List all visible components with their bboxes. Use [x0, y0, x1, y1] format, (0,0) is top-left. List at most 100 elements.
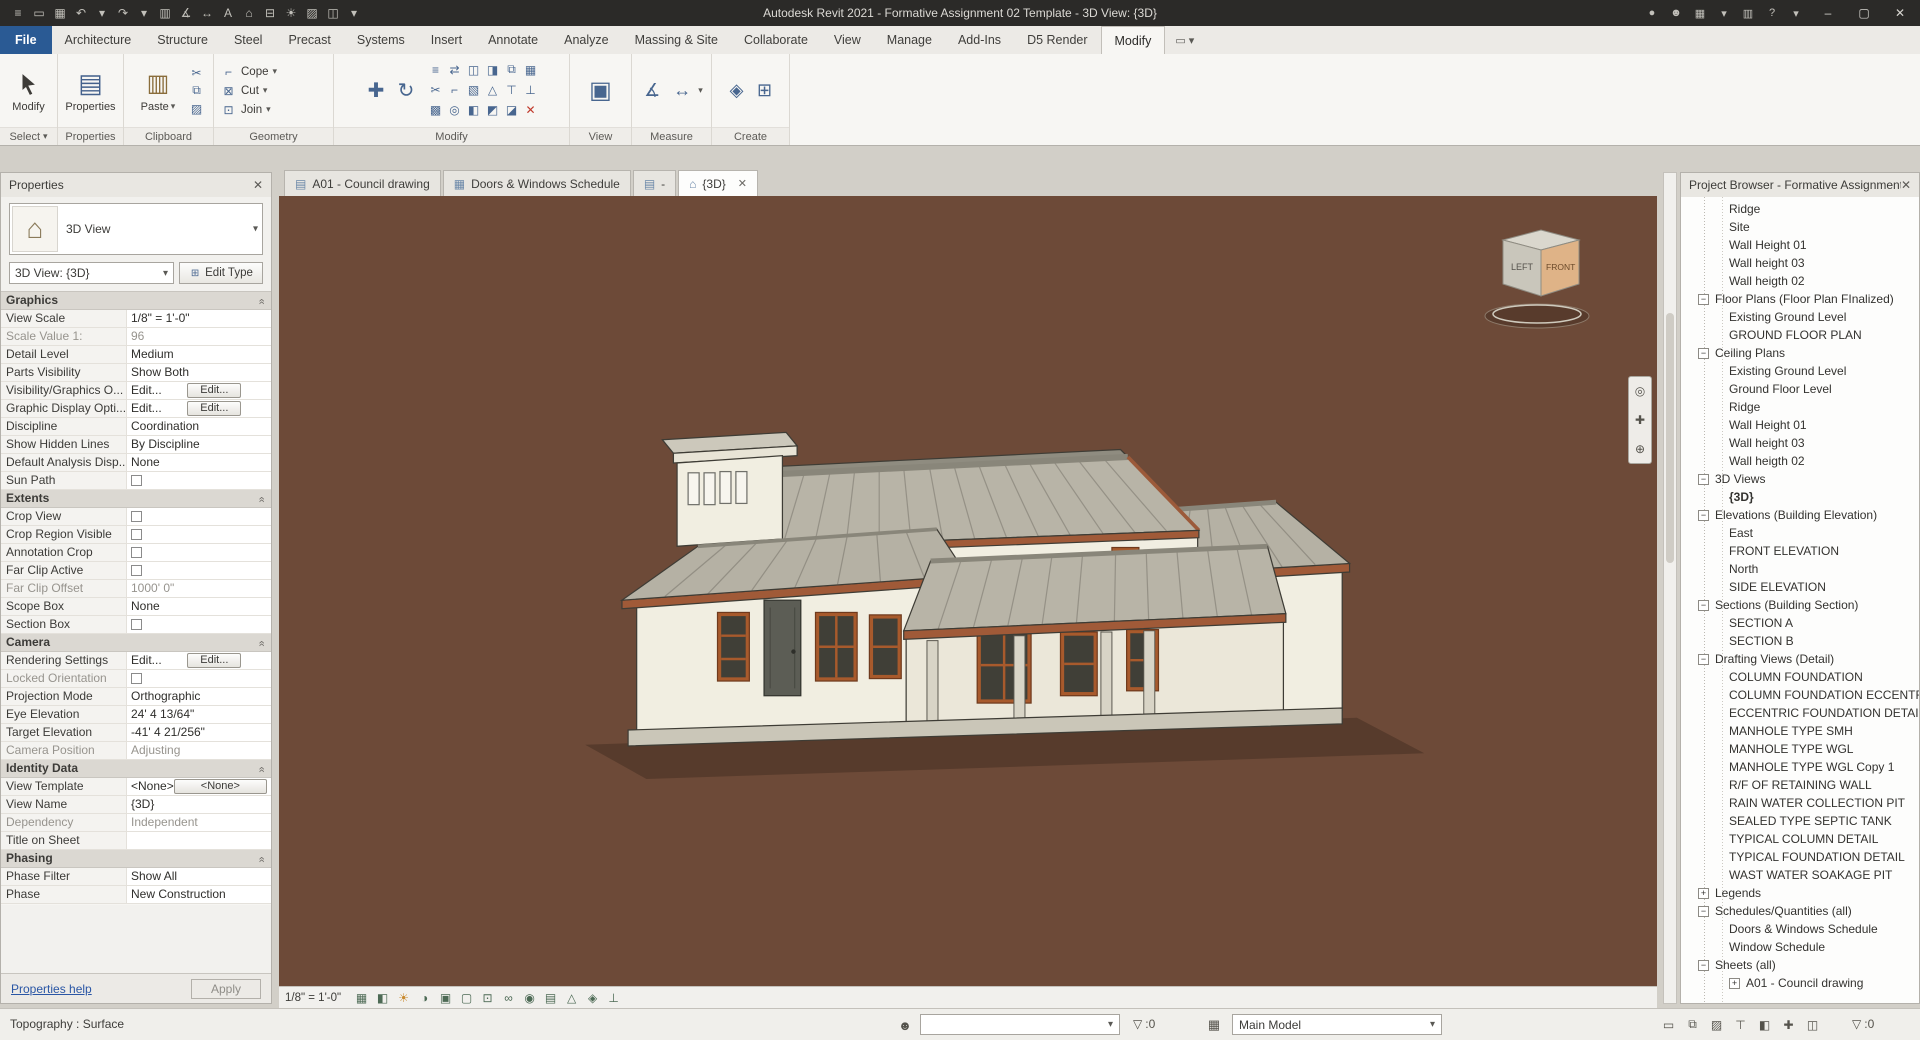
ribbon-tab[interactable]: Analyze	[551, 26, 621, 54]
shadows-icon[interactable]: ◑	[415, 989, 434, 1007]
property-row[interactable]: Phase New Construction New Construction …	[1, 886, 271, 904]
demolish-icon[interactable]: ◎	[446, 101, 463, 118]
paint-icon[interactable]: ▧	[465, 81, 482, 98]
property-value[interactable]: Show All Show All	[127, 868, 271, 885]
tree-item[interactable]: −+ ECCENTRIC FOUNDATION DETAIL	[1681, 704, 1919, 722]
property-value[interactable]: <None> <None>	[127, 778, 271, 795]
temporary-view-properties-icon[interactable]: ▤	[541, 989, 560, 1007]
displacement-sets-icon[interactable]: ◈	[583, 989, 602, 1007]
property-row[interactable]: Projection Mode Orthographic Orthographi…	[1, 688, 271, 706]
property-row[interactable]: Extents «	[1, 490, 271, 508]
vertical-opening-icon[interactable]: ◩	[484, 101, 501, 118]
close-button[interactable]: ✕	[1882, 0, 1918, 26]
detail-level-icon[interactable]: ▦	[352, 989, 371, 1007]
tree-item[interactable]: −+ Existing Ground Level	[1681, 308, 1919, 326]
property-value[interactable]: 1/8" = 1'-0" 1/8" = 1'-0"	[127, 310, 271, 327]
property-row[interactable]: Title on Sheet «	[1, 832, 271, 850]
tree-item[interactable]: −+ SECTION A	[1681, 614, 1919, 632]
property-value[interactable]: -41' 4 21/256" -41' 4 21/256"	[127, 724, 271, 741]
qat-dropdown-icon[interactable]: ▾	[344, 3, 364, 23]
tree-item[interactable]: −+ RAIN WATER COLLECTION PIT	[1681, 794, 1919, 812]
tree-item[interactable]: −+ Existing Ground Level	[1681, 362, 1919, 380]
ribbon-display-toggle[interactable]: ▭▾	[1175, 26, 1194, 54]
tree-item[interactable]: −+ East	[1681, 524, 1919, 542]
tree-item[interactable]: −+ Wall Height 01	[1681, 236, 1919, 254]
move-icon[interactable]: ✚	[363, 78, 389, 104]
property-value[interactable]: Show Both Show Both	[127, 364, 271, 381]
reveal-hidden-elements-icon[interactable]: ◉	[520, 989, 539, 1007]
ribbon-tab[interactable]: Structure	[144, 26, 221, 54]
measure-icon[interactable]: ∡	[176, 3, 196, 23]
app-menu-icon[interactable]: ≡	[8, 3, 28, 23]
ribbon-tab[interactable]: Add-Ins	[945, 26, 1014, 54]
account-dropdown-icon[interactable]: ▾	[1714, 3, 1734, 23]
tree-item[interactable]: −+ Drafting Views (Detail)	[1681, 650, 1919, 668]
tree-item[interactable]: −+ MANHOLE TYPE WGL Copy 1	[1681, 758, 1919, 776]
drag-on-selection-icon[interactable]: ✚	[1780, 1016, 1797, 1033]
property-row[interactable]: Default Analysis Disp... None None «	[1, 454, 271, 472]
properties-help-link[interactable]: Properties help	[11, 982, 92, 996]
reveal-constraints-icon[interactable]: ⊥	[604, 989, 623, 1007]
property-row[interactable]: Section Box «	[1, 616, 271, 634]
array-icon[interactable]: ▦	[522, 61, 539, 78]
collapse-chevron-icon[interactable]: «	[252, 856, 269, 862]
property-row[interactable]: Identity Data «	[1, 760, 271, 778]
ribbon-tab[interactable]: File	[0, 26, 52, 54]
tree-item[interactable]: −+ {3D}	[1681, 488, 1919, 506]
tree-item[interactable]: −+ Ground Floor Level	[1681, 380, 1919, 398]
tree-item[interactable]: −+ 3D Views	[1681, 470, 1919, 488]
type-selector[interactable]: ⌂ 3D View ▾	[9, 203, 263, 255]
select-underlay-icon[interactable]: ▨	[1708, 1016, 1725, 1033]
copy-to-clipboard-icon[interactable]: ⧉	[188, 82, 205, 99]
property-value[interactable]	[127, 562, 271, 579]
tree-item[interactable]: −+ Sheets (all)	[1681, 956, 1919, 974]
tree-item[interactable]: −+ Wall heigth 02	[1681, 272, 1919, 290]
ribbon-tab[interactable]: Massing & Site	[622, 26, 731, 54]
property-value[interactable]	[127, 526, 271, 543]
scale-icon[interactable]: △	[484, 81, 501, 98]
redo-dropdown-icon[interactable]: ▾	[134, 3, 154, 23]
property-row[interactable]: Camera «	[1, 634, 271, 652]
collapse-chevron-icon[interactable]: «	[252, 640, 269, 646]
properties-panel-header[interactable]: Properties ✕	[1, 173, 271, 197]
tree-item[interactable]: −+ Sections (Building Section)	[1681, 596, 1919, 614]
collapse-chevron-icon[interactable]: «	[252, 766, 269, 772]
tree-expander-icon[interactable]: −+	[1698, 906, 1709, 917]
property-row[interactable]: Rendering Settings Edit... Edit... «	[1, 652, 271, 670]
tree-item[interactable]: −+ FRONT ELEVATION	[1681, 542, 1919, 560]
split-element-icon[interactable]: ✂	[427, 81, 444, 98]
tree-item[interactable]: −+ Schedules/Quantities (all)	[1681, 902, 1919, 920]
property-row[interactable]: Detail Level Medium Medium «	[1, 346, 271, 364]
property-row[interactable]: Phasing «	[1, 850, 271, 868]
tree-item[interactable]: −+ SIDE ELEVATION	[1681, 578, 1919, 596]
collapse-chevron-icon[interactable]: «	[252, 496, 269, 502]
property-row[interactable]: Phase Filter Show All Show All «	[1, 868, 271, 886]
geometry-tool[interactable]: ⌐ Cope ▾	[220, 63, 277, 81]
editable-only-filter[interactable]: ▽ :0	[1133, 1017, 1155, 1031]
scrollbar-thumb[interactable]	[1666, 313, 1674, 563]
align-icon[interactable]: ≡	[427, 61, 444, 78]
property-row[interactable]: Target Elevation -41' 4 21/256" -41' 4 2…	[1, 724, 271, 742]
chevron-down-icon[interactable]: ▾	[698, 85, 703, 96]
property-row[interactable]: View Template <None> <None> «	[1, 778, 271, 796]
copy-icon[interactable]: ⧉	[503, 61, 520, 78]
help-dropdown-icon[interactable]: ▾	[1786, 3, 1806, 23]
select-links-icon[interactable]: ⧉	[1684, 1016, 1701, 1033]
match-properties-icon[interactable]: ▩	[427, 101, 444, 118]
tree-item[interactable]: −+ Wall Height 01	[1681, 416, 1919, 434]
create-similar-icon[interactable]: ⊞	[753, 79, 777, 103]
tree-item[interactable]: −+ COLUMN FOUNDATION ECCENTRIC	[1681, 686, 1919, 704]
text-icon[interactable]: A	[218, 3, 238, 23]
exclude-options-icon[interactable]: ◫	[1804, 1016, 1821, 1033]
user-icon[interactable]: ☻	[1666, 3, 1686, 23]
app-store-icon[interactable]: ▥	[1738, 3, 1758, 23]
rendering-dialog-icon[interactable]: ▣	[436, 989, 455, 1007]
property-value[interactable]	[127, 616, 271, 633]
property-checkbox[interactable]	[131, 673, 142, 684]
chevron-down-icon[interactable]: ▾	[273, 66, 278, 77]
property-row[interactable]: View Name {3D} {3D} «	[1, 796, 271, 814]
worksets-icon[interactable]: ▦	[1205, 1016, 1223, 1034]
ribbon-cycle-icon[interactable]: ▭	[1175, 34, 1185, 47]
pin-icon[interactable]: ⊤	[503, 81, 520, 98]
tree-item[interactable]: −+ Window Schedule	[1681, 938, 1919, 956]
